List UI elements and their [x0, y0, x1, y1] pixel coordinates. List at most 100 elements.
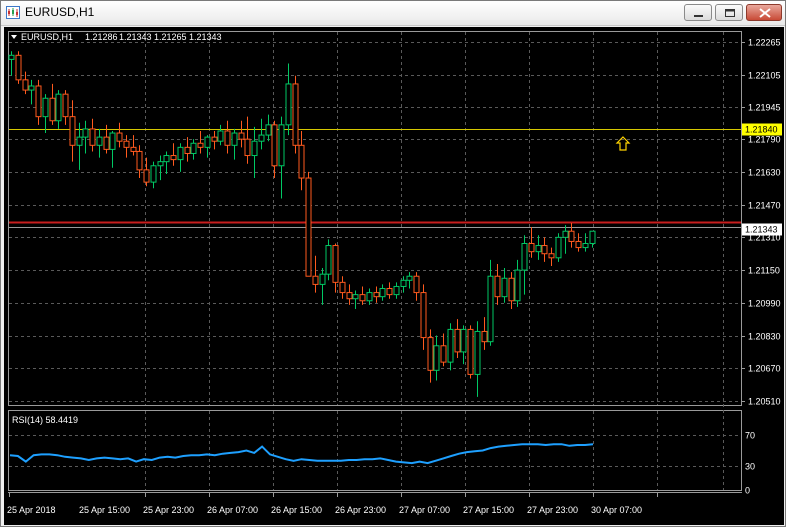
candle-body [359, 294, 366, 302]
price-axis-label: 1.21150 [748, 266, 780, 276]
ask-line-label: 1.21840 [745, 125, 778, 135]
candle-body [49, 97, 56, 122]
candle-body [312, 275, 319, 285]
candle-body [535, 245, 542, 253]
candle-body [251, 140, 258, 157]
candle-body [271, 124, 278, 167]
candle-body [285, 83, 292, 126]
price-axis[interactable]: 1.22265 1.22105 1.21945 1.21790 1.21630 1.214… [741, 38, 782, 407]
maximize-button[interactable] [715, 4, 743, 21]
candle-body [55, 93, 62, 122]
candle-body [143, 169, 150, 183]
title-bar[interactable]: EURUSD,H1 [1, 1, 785, 26]
candle-body [82, 128, 89, 138]
open-price: 1.21286 [85, 32, 118, 42]
candle-body [231, 132, 238, 146]
rsi-indicator: 70 30 0 [9, 431, 755, 496]
candle-body [325, 245, 332, 275]
candle-body [406, 275, 413, 281]
chart-app-icon [6, 6, 20, 19]
price-axis-label: 1.20830 [748, 332, 781, 342]
chart-menu-triangle-icon[interactable] [11, 35, 17, 39]
time-axis-label: 27 Apr 15:00 [463, 505, 514, 515]
candle-body [278, 124, 285, 167]
close-icon [759, 8, 771, 18]
minimize-button[interactable] [684, 4, 712, 21]
candle-body [76, 136, 83, 146]
maximize-icon [725, 9, 735, 17]
chart-area[interactable]: 70 30 0 1.22265 1.22105 1.21945 1.21790 1.2163… [4, 27, 784, 525]
candle-body [62, 93, 69, 118]
candle-body [467, 328, 474, 375]
chart-window: EURUSD,H1 70 30 0 1.22265 1.22105 1.21945 1.2… [0, 0, 786, 527]
candle-body [136, 150, 143, 171]
candle-body [244, 138, 251, 157]
rsi-level-label: 30 [745, 462, 755, 472]
candle-body [96, 136, 103, 146]
candle-body [211, 136, 218, 142]
time-axis-label: 30 Apr 07:00 [591, 505, 642, 515]
candle-body [150, 165, 157, 183]
candle-body [28, 85, 35, 91]
time-axis-label: 26 Apr 23:00 [335, 505, 386, 515]
time-axis-label: 25 Apr 2018 [7, 505, 56, 515]
candle-body [332, 245, 339, 283]
candle-body [319, 273, 326, 285]
price-axis-label: 1.21790 [748, 135, 781, 145]
up-arrow-icon[interactable] [615, 136, 631, 151]
candle-body [197, 142, 204, 148]
candle-body [265, 124, 272, 136]
time-axis-label: 25 Apr 15:00 [79, 505, 130, 515]
candle-body [393, 285, 400, 296]
candle-body [130, 146, 137, 152]
candle-body [204, 136, 211, 148]
candle-body [521, 242, 528, 271]
horizontal-lines[interactable] [9, 129, 741, 228]
candle-body [433, 345, 440, 371]
candle-body [494, 275, 501, 298]
candle-body [258, 134, 265, 142]
candle-body [123, 140, 130, 148]
candle-body [69, 116, 76, 146]
price-axis-label: 1.21470 [748, 201, 781, 211]
candle-body [575, 240, 582, 249]
candle-body [555, 236, 562, 259]
rsi-level-label: 70 [745, 431, 755, 441]
time-axis[interactable]: 25 Apr 2018 25 Apr 15:00 25 Apr 23:00 26 Ap… [7, 492, 658, 515]
close-button[interactable] [746, 4, 782, 21]
candle-body [400, 279, 407, 287]
candle-body [568, 230, 575, 242]
candle-body [22, 79, 29, 91]
candle-body [292, 83, 299, 146]
price-axis-label: 1.22265 [748, 38, 781, 48]
price-axis-label: 1.20990 [748, 299, 781, 309]
rsi-line [9, 443, 594, 465]
candle-body [487, 275, 494, 343]
rsi-label: RSI(14) 58.4419 [12, 415, 78, 425]
candles [8, 51, 596, 397]
candle-body [103, 136, 110, 150]
candle-body [163, 155, 170, 163]
candle-body [528, 242, 535, 253]
rsi-level-label: 0 [745, 486, 750, 496]
main-plot-frame [8, 31, 742, 406]
candle-body [514, 269, 521, 302]
candle-body [15, 54, 22, 81]
candle-body [379, 287, 386, 298]
candle-body [184, 146, 191, 154]
candle-body [352, 294, 359, 300]
candle-body [474, 330, 481, 375]
candle-body [298, 144, 305, 179]
candle-body [454, 328, 461, 353]
chart-canvas[interactable]: 70 30 0 1.22265 1.22105 1.21945 1.21790 1.2163… [4, 27, 784, 525]
candle-body [116, 132, 123, 142]
candle-body [346, 292, 353, 300]
candle-body [460, 328, 467, 353]
candle-body [305, 177, 312, 277]
candle-body [42, 97, 49, 118]
candle-body [589, 230, 596, 244]
candle-body [109, 132, 116, 150]
high-price: 1.21343 [119, 32, 152, 42]
candle-body [157, 161, 164, 167]
price-axis-label: 1.20670 [748, 364, 781, 374]
